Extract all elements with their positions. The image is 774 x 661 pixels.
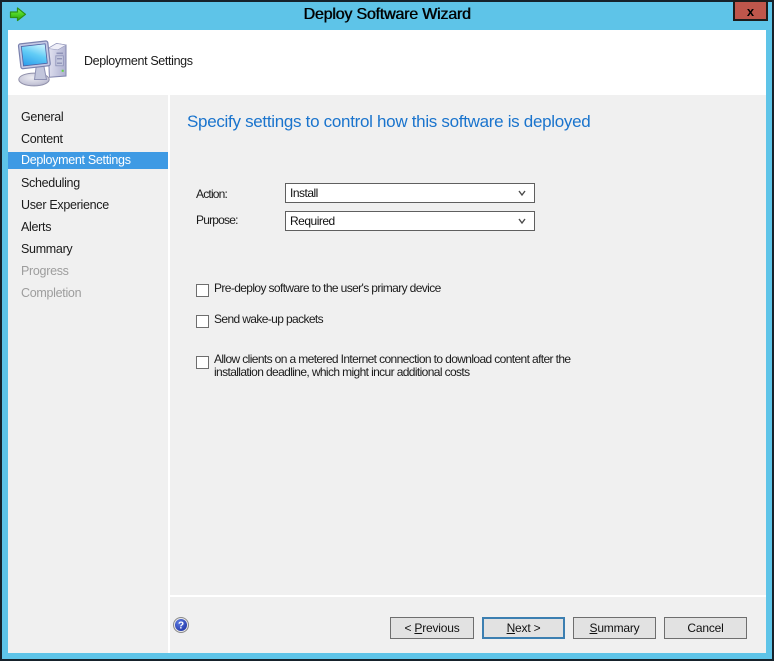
svg-text:?: ? <box>178 621 184 632</box>
